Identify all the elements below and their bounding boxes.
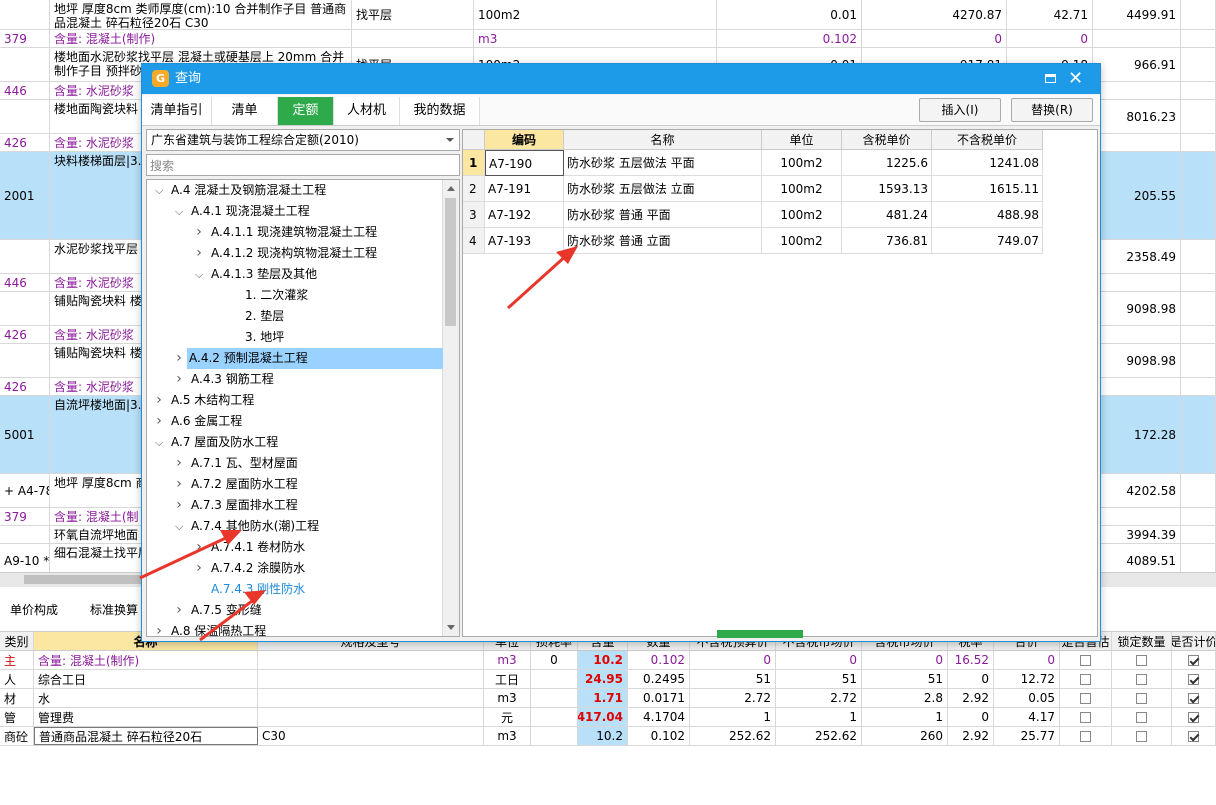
arrow-to-tree-node-rigid-waterproof [199, 590, 266, 642]
arrow-to-quota-row [506, 246, 578, 310]
annotation-arrows [139, 246, 578, 642]
arrow-to-tree-node-other-waterproof [139, 530, 242, 580]
